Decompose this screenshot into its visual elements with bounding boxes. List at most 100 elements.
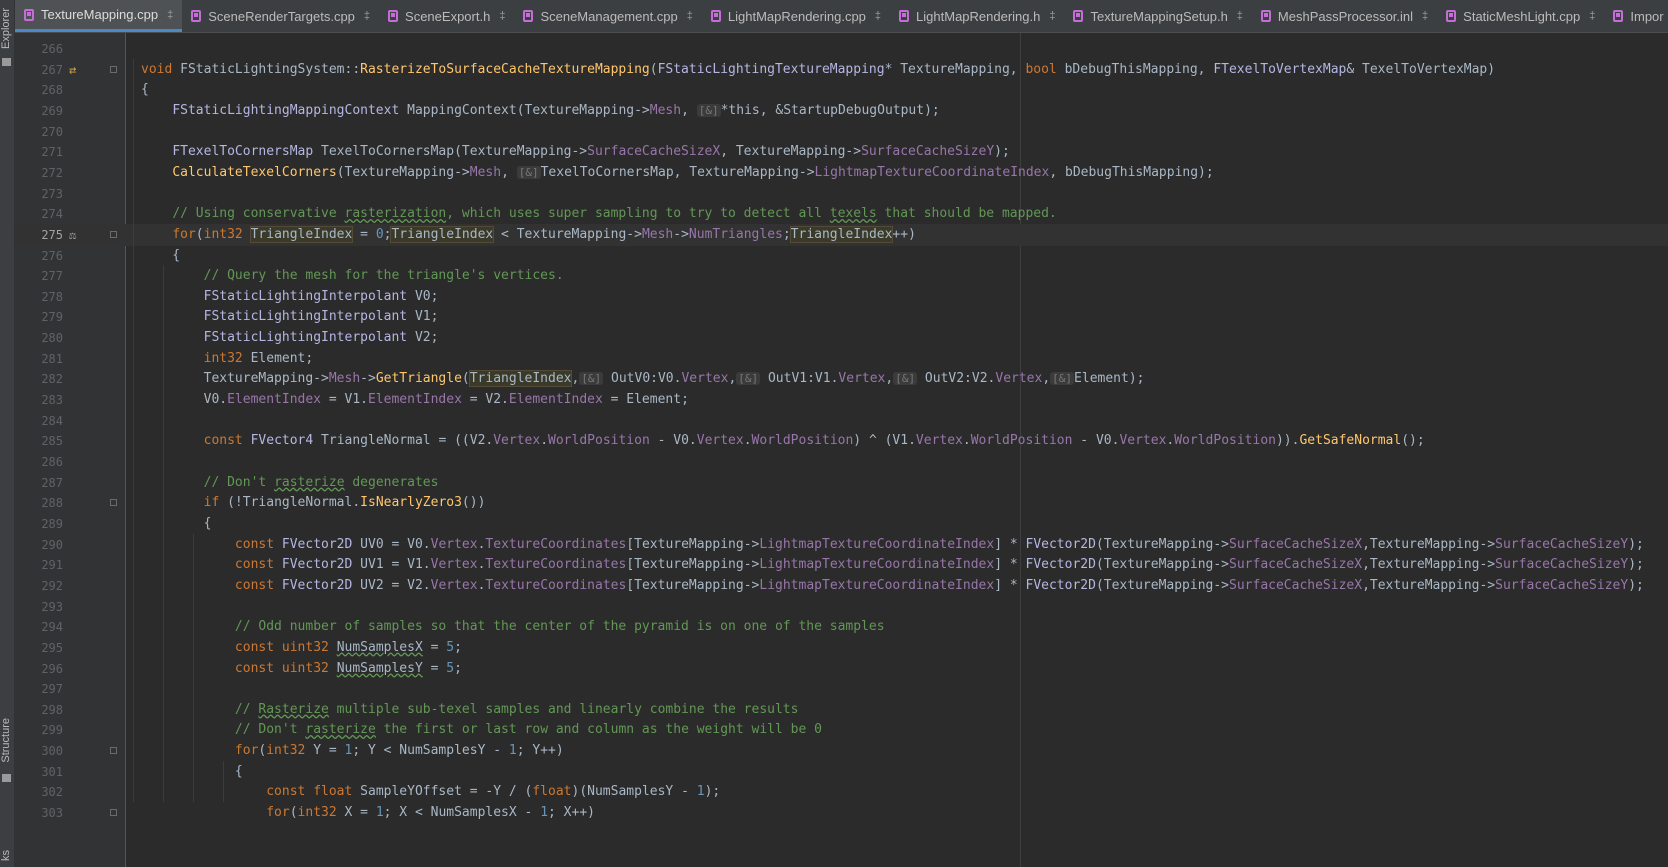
code-line[interactable]: 303 for(int32 X = 1; X < NumSamplesX - 1… [15,802,1668,824]
tab-lightmaprendering-cpp[interactable]: LightMapRendering.cpp ‡ [702,0,890,32]
code-text[interactable]: FStaticLightingInterpolant V2; [141,327,439,349]
line-number[interactable]: 302 [15,781,63,803]
line-number[interactable]: 267 [15,59,63,81]
fold-marker-icon[interactable] [110,230,117,238]
code-line[interactable]: 300 for(int32 Y = 1; Y < NumSamplesY - 1… [15,740,1668,762]
line-number[interactable]: 289 [15,513,63,535]
fold-marker-icon[interactable] [110,65,117,73]
navigate-definition-icon[interactable]: ⇄ [69,63,76,77]
code-text[interactable]: { [141,245,180,267]
code-line[interactable]: 290 const FVector2D UV0 = V0.Vertex.Text… [15,534,1668,556]
code-line[interactable]: 292 const FVector2D UV2 = V2.Vertex.Text… [15,575,1668,597]
line-number[interactable]: 274 [15,203,63,225]
code-line[interactable]: 295 const uint32 NumSamplesX = 5; [15,637,1668,659]
tab-impor[interactable]: Impor [1604,0,1668,32]
line-number[interactable]: 269 [15,100,63,122]
code-line[interactable]: 276 { [15,245,1668,267]
line-number[interactable]: 270 [15,121,63,143]
code-line[interactable]: 293 [15,596,1668,618]
line-number[interactable]: 272 [15,162,63,184]
line-number[interactable]: 268 [15,79,63,101]
code-text[interactable]: // Using conservative rasterization, whi… [141,203,1056,225]
code-text[interactable]: TextureMapping->Mesh->GetTriangle(Triang… [141,368,1145,390]
explorer-tool-tab[interactable]: Explorer [0,8,14,49]
lightbulb-icon[interactable]: ⚖ [69,228,76,242]
code-line[interactable]: 282 TextureMapping->Mesh->GetTriangle(Tr… [15,368,1668,390]
code-line[interactable]: 296 const uint32 NumSamplesY = 5; [15,658,1668,680]
line-number[interactable]: 286 [15,451,63,473]
code-text[interactable]: const float SampleYOffset = -Y / (float)… [141,781,720,803]
structure-tool-tab[interactable]: Structure [0,718,14,763]
tab-scenerendertargets-cpp[interactable]: SceneRenderTargets.cpp ‡ [182,0,379,32]
code-line[interactable]: 294 // Odd number of samples so that the… [15,616,1668,638]
line-number[interactable]: 297 [15,678,63,700]
code-line[interactable]: 280 FStaticLightingInterpolant V2; [15,327,1668,349]
code-line[interactable]: 287 // Don't rasterize degenerates [15,472,1668,494]
line-number[interactable]: 290 [15,534,63,556]
line-number[interactable]: 300 [15,740,63,762]
code-line[interactable]: 269 FStaticLightingMappingContext Mappin… [15,100,1668,122]
code-text[interactable]: CalculateTexelCorners(TextureMapping->Me… [141,162,1213,184]
line-number[interactable]: 278 [15,286,63,308]
line-number[interactable]: 285 [15,430,63,452]
pin-icon[interactable]: ‡ [875,10,881,22]
code-text[interactable]: for(int32 Y = 1; Y < NumSamplesY - 1; Y+… [141,740,564,762]
line-number[interactable]: 281 [15,348,63,370]
code-line[interactable]: 286 [15,451,1668,473]
pin-icon[interactable]: ‡ [167,9,173,21]
code-line[interactable]: 266 [15,38,1668,60]
code-text[interactable]: const FVector2D UV0 = V0.Vertex.TextureC… [141,534,1644,556]
code-line[interactable]: 271 FTexelToCornersMap TexelToCornersMap… [15,141,1668,163]
tab-sceneexport-h[interactable]: SceneExport.h ‡ [379,0,514,32]
pin-icon[interactable]: ‡ [1589,10,1595,22]
pin-icon[interactable]: ‡ [1237,10,1243,22]
code-text[interactable]: FStaticLightingInterpolant V0; [141,286,439,308]
code-line[interactable]: 289 { [15,513,1668,535]
pin-icon[interactable]: ‡ [1422,10,1428,22]
code-line[interactable]: 298 // Rasterize multiple sub-texel samp… [15,699,1668,721]
line-number[interactable]: 294 [15,616,63,638]
fold-marker-icon[interactable] [110,499,117,507]
line-number[interactable]: 273 [15,183,63,205]
line-number[interactable]: 303 [15,802,63,824]
code-line[interactable]: 274 // Using conservative rasterization,… [15,203,1668,225]
line-number[interactable]: 266 [15,38,63,60]
code-line[interactable]: 302 const float SampleYOffset = -Y / (fl… [15,781,1668,803]
code-text[interactable]: if (!TriangleNormal.IsNearlyZero3()) [141,492,486,514]
code-text[interactable]: // Don't rasterize degenerates [141,472,439,494]
code-text[interactable]: for(int32 X = 1; X < NumSamplesX - 1; X+… [141,802,595,824]
line-number[interactable]: 293 [15,596,63,618]
code-line[interactable]: 284 [15,410,1668,432]
line-number[interactable]: 295 [15,637,63,659]
structure-icon[interactable] [2,774,11,782]
code-line[interactable]: 299 // Don't rasterize the first or last… [15,719,1668,741]
code-text[interactable]: const FVector2D UV2 = V2.Vertex.TextureC… [141,575,1644,597]
code-text[interactable]: FStaticLightingMappingContext MappingCon… [141,100,939,122]
code-line[interactable]: 283 V0.ElementIndex = V1.ElementIndex = … [15,389,1668,411]
code-text[interactable]: // Odd number of samples so that the cen… [141,616,885,638]
tab-meshpassprocessor-inl[interactable]: MeshPassProcessor.inl ‡ [1252,0,1437,32]
code-text[interactable]: const FVector4 TriangleNormal = ((V2.Ver… [141,430,1425,452]
code-text[interactable]: // Query the mesh for the triangle's ver… [141,265,564,287]
code-line[interactable]: 267 ⇄ void FStaticLightingSystem::Rasteriz… [15,59,1668,81]
bookmarks-tool-tab[interactable]: ks [0,850,14,861]
line-number[interactable]: 298 [15,699,63,721]
code-line[interactable]: 279 FStaticLightingInterpolant V1; [15,306,1668,328]
code-line[interactable]: 301 { [15,761,1668,783]
line-number[interactable]: 275 [15,224,63,246]
line-number[interactable]: 291 [15,554,63,576]
folder-icon[interactable] [2,58,11,66]
fold-marker-icon[interactable] [110,809,117,817]
code-text[interactable]: void FStaticLightingSystem::RasterizeToS… [141,59,1495,81]
code-text[interactable]: const uint32 NumSamplesX = 5; [141,637,462,659]
code-text[interactable]: { [141,513,212,535]
code-text[interactable]: // Rasterize multiple sub-texel samples … [141,699,799,721]
code-text[interactable]: FStaticLightingInterpolant V1; [141,306,439,328]
line-number[interactable]: 282 [15,368,63,390]
line-number[interactable]: 301 [15,761,63,783]
code-line[interactable]: 270 [15,121,1668,143]
code-editor[interactable]: 266 267 ⇄ void FStaticLightingSystem::Raste… [15,33,1668,867]
line-number[interactable]: 284 [15,410,63,432]
code-line[interactable]: 288 if (!TriangleNormal.IsNearlyZero3()) [15,492,1668,514]
code-text[interactable]: { [141,761,243,783]
